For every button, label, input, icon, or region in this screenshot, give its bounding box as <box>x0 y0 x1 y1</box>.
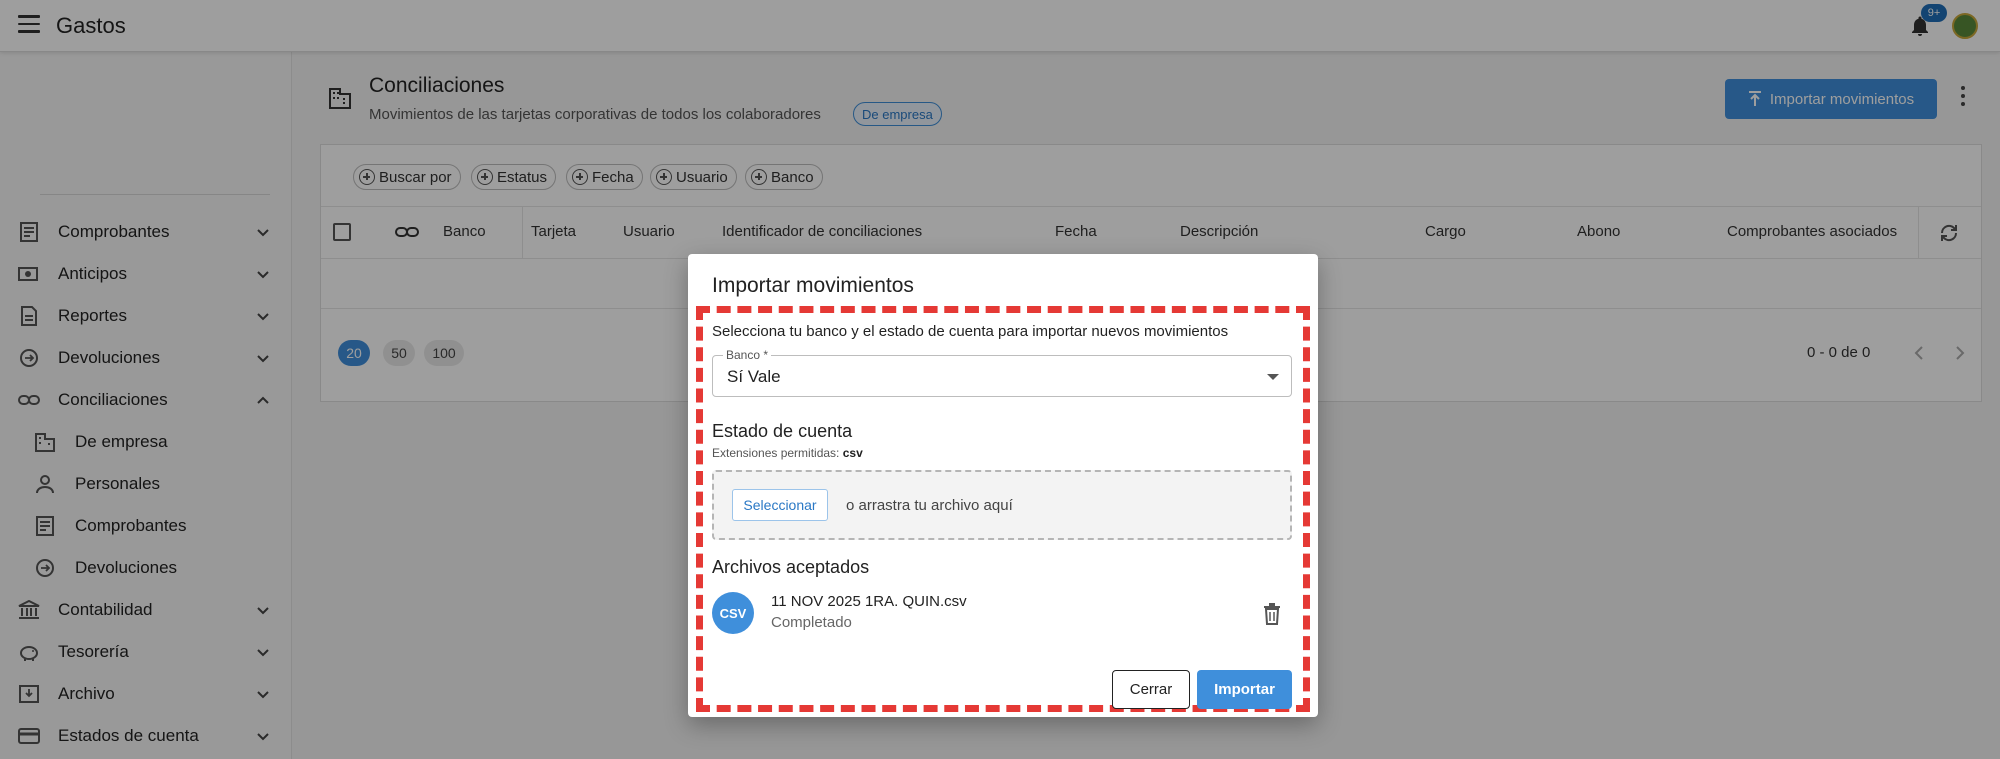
dialog-description: Selecciona tu banco y el estado de cuent… <box>712 323 1229 340</box>
file-name: 11 NOV 2025 1RA. QUIN.csv <box>771 593 967 610</box>
trash-icon[interactable] <box>1263 603 1281 625</box>
import-button[interactable]: Importar <box>1197 670 1292 709</box>
dropdown-arrow-icon <box>1267 374 1279 380</box>
select-file-button[interactable]: Seleccionar <box>732 489 828 521</box>
statement-section-title: Estado de cuenta <box>712 421 853 441</box>
allowed-extensions-label: Extensiones permitidas: <box>712 446 840 460</box>
file-status: Completado <box>771 614 852 631</box>
allowed-extensions: Extensiones permitidas: csv <box>712 446 863 460</box>
dialog-title: Importar movimientos <box>712 274 914 297</box>
bank-select[interactable]: Banco * Sí Vale <box>712 348 1292 397</box>
import-movements-dialog: Importar movimientos Selecciona tu banco… <box>688 254 1318 717</box>
csv-file-icon: CSV <box>712 592 754 634</box>
accepted-files-title: Archivos aceptados <box>712 557 870 577</box>
file-dropzone[interactable]: Seleccionar o arrastra tu archivo aquí <box>712 470 1292 540</box>
bank-select-value: Sí Vale <box>727 367 781 386</box>
close-button[interactable]: Cerrar <box>1112 670 1190 709</box>
bank-select-label: Banco * <box>723 348 772 362</box>
dropzone-text: o arrastra tu archivo aquí <box>846 497 1013 514</box>
allowed-extensions-value: csv <box>842 446 863 460</box>
